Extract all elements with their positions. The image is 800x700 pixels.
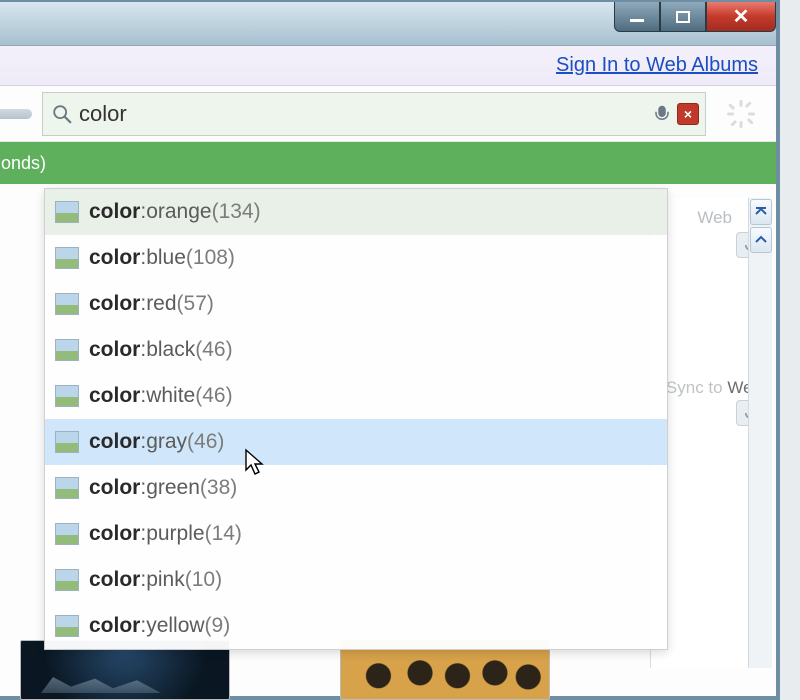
photo-icon xyxy=(55,293,79,315)
scroll-up-button[interactable] xyxy=(750,227,772,253)
left-handle xyxy=(0,109,32,119)
suggestion-prefix: color xyxy=(89,384,140,408)
photo-icon xyxy=(55,523,79,545)
maximize-icon xyxy=(676,11,690,23)
suggestion-value: white xyxy=(146,384,195,408)
suggestion-count: (38) xyxy=(200,476,237,500)
suggestion-count: (9) xyxy=(205,614,231,638)
scroll-top-icon xyxy=(755,206,767,218)
minimize-icon xyxy=(630,19,644,22)
photo-icon xyxy=(55,569,79,591)
suggestion-prefix: color xyxy=(89,568,140,592)
photo-icon xyxy=(55,431,79,453)
suggestion-item[interactable]: color:green (38) xyxy=(45,465,667,511)
voice-icon xyxy=(653,105,671,123)
suggestion-prefix: color xyxy=(89,246,140,270)
right-panel: Web Sync to Web xyxy=(650,198,772,668)
suggestion-count: (14) xyxy=(205,522,242,546)
photo-icon xyxy=(55,201,79,223)
suggestion-item[interactable]: color:yellow (9) xyxy=(45,603,667,649)
search-input[interactable] xyxy=(79,101,647,127)
suggestion-prefix: color xyxy=(89,200,140,224)
suggestion-value: red xyxy=(146,292,176,316)
suggestion-value: yellow xyxy=(146,614,204,638)
suggestion-prefix: color xyxy=(89,430,140,454)
suggestion-item[interactable]: color:purple (14) xyxy=(45,511,667,557)
suggestion-count: (108) xyxy=(186,246,235,270)
loading-spinner xyxy=(714,92,768,136)
close-icon: ✕ xyxy=(733,7,750,27)
search-box[interactable]: × xyxy=(42,92,706,136)
photo-icon xyxy=(55,615,79,637)
suggestion-item[interactable]: color:white (46) xyxy=(45,373,667,419)
photo-icon xyxy=(55,477,79,499)
maximize-button[interactable] xyxy=(660,2,706,32)
link-bar: Sign In to Web Albums xyxy=(0,46,776,86)
suggestion-prefix: color xyxy=(89,522,140,546)
status-bar: onds) xyxy=(0,142,776,184)
app-window: ✕ Sign In to Web Albums × xyxy=(0,0,780,700)
suggestion-value: gray xyxy=(146,430,187,454)
suggestion-item[interactable]: color:blue (108) xyxy=(45,235,667,281)
status-text-fragment: onds) xyxy=(0,153,46,174)
suggestion-item[interactable]: color:orange (134) xyxy=(45,189,667,235)
scrollbar[interactable] xyxy=(748,198,772,668)
suggestion-prefix: color xyxy=(89,338,140,362)
close-button[interactable]: ✕ xyxy=(706,2,776,32)
suggestion-item[interactable]: color:red (57) xyxy=(45,281,667,327)
photo-icon xyxy=(55,339,79,361)
suggestion-count: (10) xyxy=(185,568,222,592)
suggestion-value: orange xyxy=(146,200,211,224)
suggestion-item[interactable]: color:gray (46) xyxy=(45,419,667,465)
suggestion-value: pink xyxy=(146,568,185,592)
voice-search-button[interactable] xyxy=(651,103,673,125)
spinner-icon xyxy=(726,99,756,129)
sign-in-link[interactable]: Sign In to Web Albums xyxy=(556,54,758,77)
search-suggestions: color:orange (134)color:blue (108)color:… xyxy=(44,188,668,650)
suggestion-count: (46) xyxy=(187,430,224,454)
suggestion-count: (46) xyxy=(195,338,232,362)
suggestion-prefix: color xyxy=(89,476,140,500)
scroll-track[interactable] xyxy=(749,254,772,668)
photo-icon xyxy=(55,385,79,407)
window-controls: ✕ xyxy=(614,2,776,32)
minimize-button[interactable] xyxy=(614,2,660,32)
suggestion-value: green xyxy=(146,476,200,500)
suggestion-count: (134) xyxy=(212,200,261,224)
suggestion-count: (46) xyxy=(195,384,232,408)
clear-search-button[interactable]: × xyxy=(677,103,699,125)
suggestion-prefix: color xyxy=(89,614,140,638)
suggestion-prefix: color xyxy=(89,292,140,316)
search-row: × xyxy=(0,86,776,142)
search-icon xyxy=(51,103,73,125)
scroll-top-button[interactable] xyxy=(750,199,772,225)
titlebar: ✕ xyxy=(0,2,776,46)
x-icon: × xyxy=(684,106,692,122)
suggestion-value: black xyxy=(146,338,195,362)
suggestion-item[interactable]: color:black (46) xyxy=(45,327,667,373)
suggestion-value: purple xyxy=(146,522,204,546)
suggestion-value: blue xyxy=(146,246,186,270)
chevron-up-icon xyxy=(755,234,767,246)
photo-icon xyxy=(55,247,79,269)
suggestion-item[interactable]: color:pink (10) xyxy=(45,557,667,603)
suggestion-count: (57) xyxy=(177,292,214,316)
